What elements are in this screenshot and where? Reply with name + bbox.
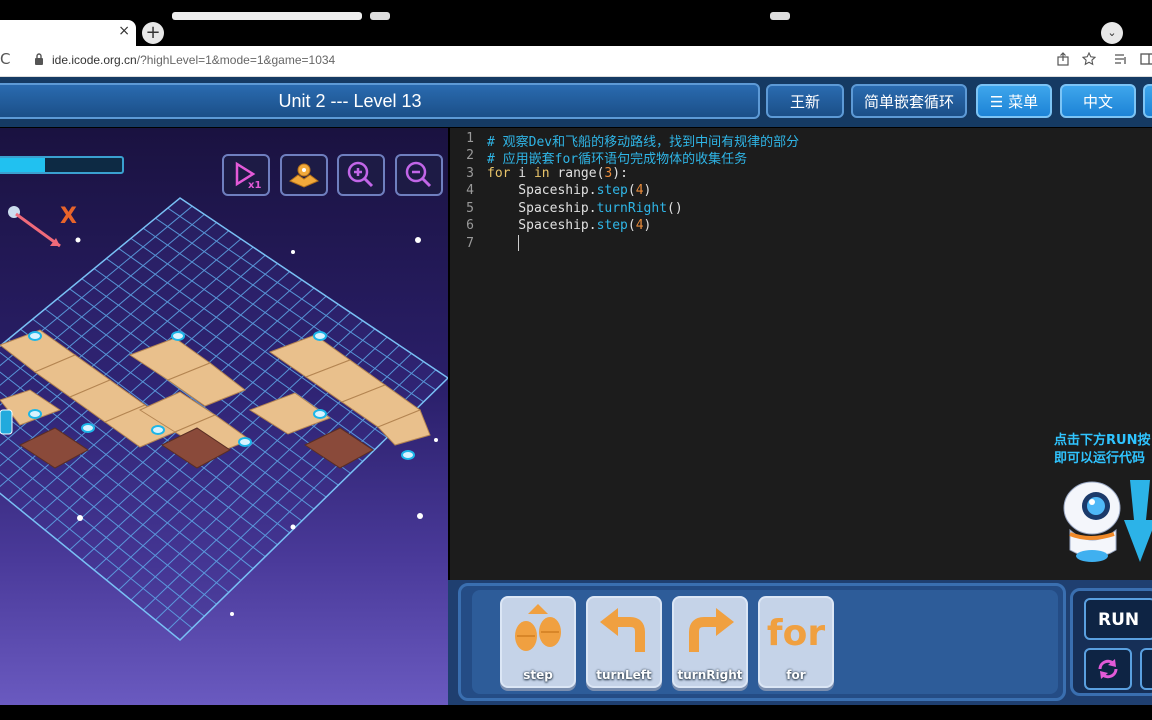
zoom-out-button[interactable] [395,154,443,196]
code-line-5[interactable]: Spaceship.turnRight() [487,201,683,216]
url-host: ide.icode.org.cn [52,53,137,67]
block-label: turnRight [677,668,743,682]
code-text: ): [612,166,628,181]
side-panel-icon[interactable] [1140,52,1152,70]
menu-button[interactable]: ☰ 菜单 [976,84,1052,118]
line-number: 1 [466,131,474,146]
hint-line-1: 点击下方RUN按 [1054,433,1151,448]
line-number: 6 [466,218,474,233]
bookmark-star-icon[interactable] [1081,51,1097,70]
more-header-button[interactable] [1143,84,1152,118]
menu-icon: ☰ [989,93,1004,111]
zoom-out-icon [405,161,432,188]
refresh-icon [1098,659,1118,679]
footprints-icon [515,604,561,651]
speed-toggle-button[interactable]: x1 [222,154,270,196]
code-text: Spaceship. [487,218,597,233]
reload-icon[interactable]: C [0,50,10,68]
background-tab-close[interactable] [370,12,390,20]
map-view-button[interactable] [280,154,328,196]
turn-left-arrow-icon [600,608,645,652]
run-label: RUN [1098,610,1140,630]
run-button[interactable]: RUN ▶ [1084,598,1152,669]
method-name: turnRight [596,201,668,216]
new-tab-button[interactable]: + [142,22,164,44]
turn-right-arrow-icon [689,608,734,652]
number-literal: 4 [635,183,644,198]
browser-tab-strip [0,0,1152,46]
user-button[interactable]: 王新 [766,84,844,118]
url-field[interactable]: ide.icode.org.cn/?highLevel=1&mode=1&gam… [52,53,335,67]
step-block[interactable]: step [500,596,576,688]
robot-mascot-icon [1052,470,1152,574]
turnleft-block[interactable]: turnLeft [586,596,662,688]
tab-search-button[interactable]: ⌄ [1101,22,1123,44]
reset-button[interactable] [1084,648,1132,690]
code-line-3[interactable]: for i in range(3): [487,166,628,181]
block-label: turnLeft [596,668,652,682]
text-cursor [518,235,519,251]
block-label: step [523,668,553,682]
zoom-in-button[interactable] [337,154,385,196]
language-button[interactable]: 中文 [1060,84,1136,118]
tab-close-icon[interactable]: × [118,23,130,39]
zoom-in-icon [347,161,374,188]
code-line-4[interactable]: Spaceship.step(4) [487,183,651,198]
progress-fill [0,158,45,172]
svg-text:x1: x1 [248,180,261,190]
hint-line-2: 即可以运行代码 [1054,451,1146,466]
code-text: ( [627,218,636,233]
code-line-2[interactable]: # 应用嵌套for循环语句完成物体的收集任务 [487,148,747,167]
line-number: 2 [466,148,474,163]
code-text: Spaceship. [487,183,597,198]
progress-bar [0,156,124,174]
extra-control-button[interactable] [1140,648,1152,690]
share-icon[interactable] [1056,52,1070,70]
turnright-block[interactable]: turnRight [672,596,748,688]
run-hint: 点击下方RUN按 即可以运行代码 [1054,432,1152,468]
code-text: ( [627,183,636,198]
method-name: step [596,218,628,233]
background-tab-close-2[interactable] [770,12,790,20]
for-icon: for [766,613,826,654]
background-tab[interactable] [172,12,362,20]
lesson-button[interactable]: 简单嵌套循环 [851,84,967,118]
speed-icon: x1 [235,161,261,190]
code-line-6[interactable]: Spaceship.step(4) [487,218,651,233]
level-title: Unit 2 --- Level 13 [278,91,422,111]
block-label: for [786,668,806,682]
method-name: step [596,183,628,198]
target-x-marker: X [60,204,77,229]
keyword: for [487,166,511,181]
lock-icon[interactable] [34,53,44,68]
code-text: () [667,201,683,216]
line-number: 4 [466,183,474,198]
code-text: ) [643,183,652,198]
for-block[interactable]: for for [758,596,834,688]
number-literal: 4 [635,218,644,233]
line-number: 5 [466,201,474,216]
code-text: ) [643,218,652,233]
url-path: /?highLevel=1&mode=1&game=1034 [136,53,336,67]
game-scene[interactable]: X [0,128,448,705]
reading-list-icon[interactable] [1114,52,1128,70]
bottom-letterbox [0,705,1152,720]
map-pin-icon [289,163,319,188]
code-text: i [510,166,534,181]
active-tab[interactable]: × [0,20,136,46]
line-number: 7 [466,236,474,251]
keyword: in [533,166,550,181]
menu-label: 菜单 [1008,93,1039,111]
code-text: Spaceship. [487,201,597,216]
code-text: range( [549,166,605,181]
line-number: 3 [466,166,474,181]
